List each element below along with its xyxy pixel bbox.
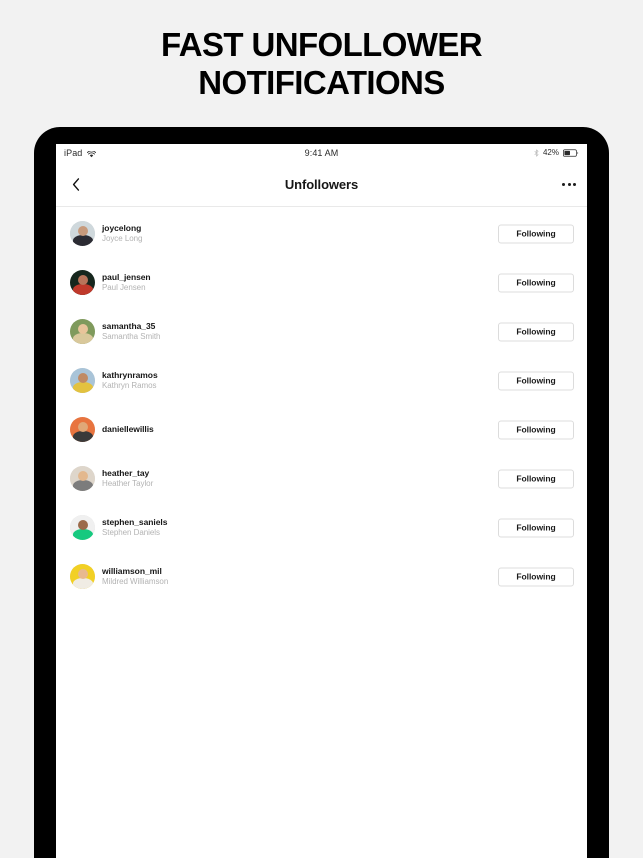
- following-button[interactable]: Following: [498, 420, 574, 439]
- fullname-label: Stephen Daniels: [102, 528, 160, 537]
- username-label: kathrynramos: [102, 370, 158, 380]
- list-item-names: heather_tay Heather Taylor: [102, 466, 153, 491]
- battery-percent-label: 42%: [542, 148, 559, 157]
- list-item[interactable]: williamson_mil Mildred Williamson Followin…: [56, 552, 587, 601]
- avatar: [70, 221, 95, 246]
- following-button[interactable]: Following: [498, 371, 574, 390]
- list-item[interactable]: samantha_35 Samantha Smith Following: [56, 307, 587, 356]
- bluetooth-icon: [534, 148, 539, 157]
- fullname-label: Joyce Long: [102, 234, 143, 243]
- list-item-names: paul_jensen Paul Jensen: [102, 270, 151, 295]
- page-title: FAST UNFOLLOWER NOTIFICATIONS: [0, 26, 643, 102]
- avatar: [70, 270, 95, 295]
- list-item[interactable]: heather_tay Heather Taylor Following: [56, 454, 587, 503]
- avatar: [70, 319, 95, 344]
- more-horizontal-icon-dot: [567, 182, 571, 186]
- fullname-label: Samantha Smith: [102, 332, 161, 341]
- list-item-names: samantha_35 Samantha Smith: [102, 319, 161, 344]
- fullname-label: Mildred Williamson: [102, 577, 169, 586]
- battery-icon: [563, 148, 579, 157]
- status-bar-clock: 9:41 AM: [304, 148, 339, 158]
- list-item[interactable]: stephen_saniels Stephen Daniels Following: [56, 503, 587, 552]
- username-label: daniellewillis: [102, 424, 154, 434]
- username-label: williamson_mil: [102, 566, 162, 576]
- more-horizontal-icon-dot: [562, 182, 565, 186]
- fullname-label: Heather Taylor: [102, 479, 154, 488]
- navigation-bar: Unfollowers: [56, 162, 587, 207]
- list-item-names: joycelong Joyce Long: [102, 221, 142, 246]
- page-title-line-2: NOTIFICATIONS: [198, 64, 445, 101]
- avatar: [70, 417, 95, 442]
- device-screen: iPad 9:41 AM 42% Unfollowers joycelong J…: [56, 144, 587, 858]
- list-item[interactable]: paul_jensen Paul Jensen Following: [56, 258, 587, 307]
- following-button[interactable]: Following: [498, 322, 574, 341]
- avatar: [70, 368, 95, 393]
- list-item-names: kathrynramos Kathryn Ramos: [102, 368, 158, 393]
- following-button[interactable]: Following: [498, 469, 574, 488]
- username-label: heather_tay: [102, 468, 150, 478]
- status-bar-right: 42%: [534, 148, 579, 157]
- more-options-button[interactable]: [562, 177, 576, 191]
- list-item[interactable]: daniellewillis Following: [56, 405, 587, 454]
- list-item[interactable]: kathrynramos Kathryn Ramos Following: [56, 356, 587, 405]
- avatar: [70, 515, 95, 540]
- following-button[interactable]: Following: [498, 224, 574, 243]
- avatar: [70, 564, 95, 589]
- list-item[interactable]: joycelong Joyce Long Following: [56, 209, 587, 258]
- screen-title: Unfollowers: [284, 177, 359, 192]
- username-label: joycelong: [102, 223, 142, 233]
- fullname-label: Kathryn Ramos: [102, 381, 157, 390]
- following-button[interactable]: Following: [498, 273, 574, 292]
- unfollowers-list: joycelong Joyce Long Following paul_jensen P…: [56, 207, 587, 601]
- list-item-names: williamson_mil Mildred Williamson: [102, 564, 168, 589]
- more-horizontal-icon-dot: [573, 182, 576, 186]
- status-bar: iPad 9:41 AM 42%: [56, 144, 587, 162]
- username-label: samantha_35: [102, 321, 156, 331]
- following-button[interactable]: Following: [498, 567, 574, 586]
- fullname-label: Paul Jensen: [102, 283, 146, 292]
- list-item-names: daniellewillis: [102, 417, 154, 442]
- username-label: stephen_saniels: [102, 517, 168, 527]
- avatar: [70, 466, 95, 491]
- list-item-names: stephen_saniels Stephen Daniels: [102, 515, 167, 540]
- page-title-line-1: FAST UNFOLLOWER: [161, 26, 483, 63]
- username-label: paul_jensen: [102, 272, 151, 282]
- following-button[interactable]: Following: [498, 518, 574, 537]
